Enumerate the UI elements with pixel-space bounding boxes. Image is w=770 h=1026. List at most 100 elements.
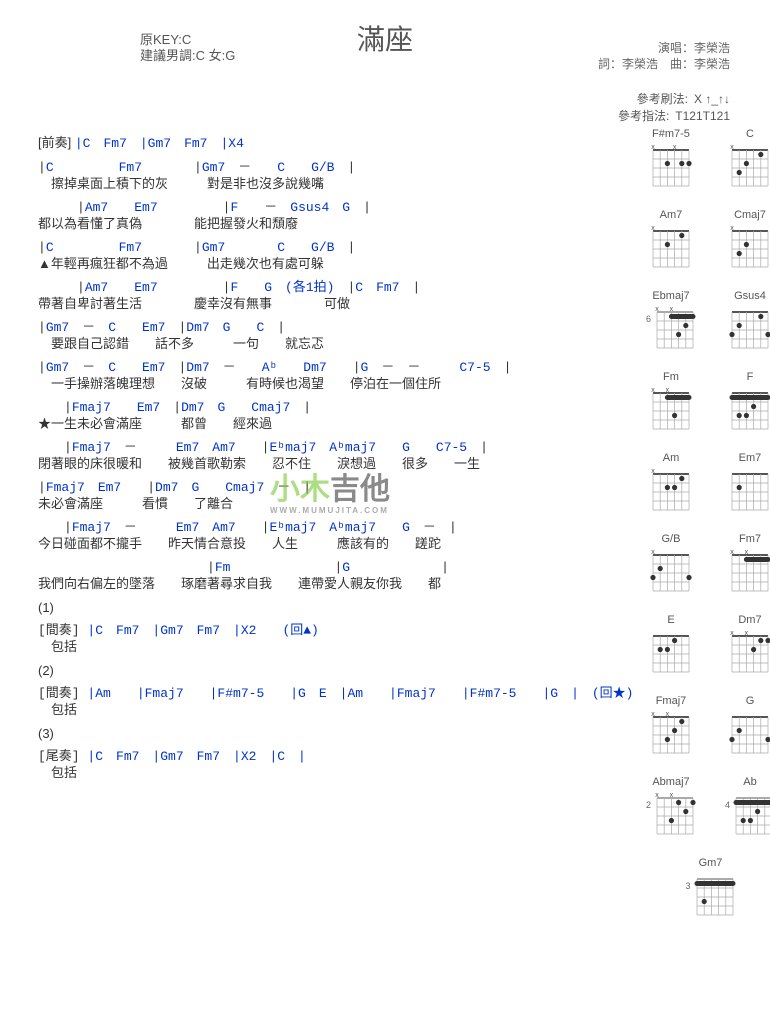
chord-diagram-row: F#m7-5 xx Cx: [643, 128, 770, 195]
chorus-line: |Fmaj7 Em7 |Dm7 G Cmaj7 － |未必會滿座 看慣 了離合: [38, 480, 633, 512]
chord-cell: Fm7xx: [722, 533, 770, 600]
outro-lyrics: 包括: [38, 765, 633, 781]
chorus-line: |Fmaj7 Em7 |Dm7 G Cmaj7 |★一生未必會滿座 都曾 經來過: [38, 400, 633, 432]
outro-label: [尾奏]: [38, 749, 80, 764]
intro-label: [前奏]: [38, 135, 71, 150]
chord-name: Em7: [722, 452, 770, 464]
interlude1-lyrics: 包括: [38, 639, 633, 655]
intro-chords: |C Fm7 |Gm7 Fm7 |X4: [75, 136, 244, 151]
outro: [尾奏] |C Fm7 |Gm7 Fm7 |X2 |C | 包括: [38, 749, 633, 781]
lyrics-line: 今日碰面都不攏手 昨天情合意投 人生 應該有的 蹉跎: [38, 536, 633, 552]
chord-name: C: [722, 128, 770, 140]
strum-pattern: X ↑_↑↓: [694, 92, 730, 106]
chorus-line: |Fm |G |我們向右偏左的墜落 琢磨著尋求自我 連帶愛人親友你我 都: [38, 560, 633, 592]
chord-diagram-svg: xx: [653, 304, 697, 354]
lyrics-line: 一手操辦落魄理想 沒破 有時候也渴望 停泊在一個住所: [38, 376, 633, 392]
intro-line: [前奏] |C Fm7 |Gm7 Fm7 |X4: [38, 132, 633, 152]
section-num-2: (2): [38, 663, 633, 678]
chord-cell: F#m7-5 xx: [643, 128, 698, 195]
fret-position: 3: [684, 881, 692, 891]
section-num-3: (3): [38, 726, 633, 741]
svg-text:x: x: [651, 549, 655, 556]
chord-name: Am: [643, 452, 698, 464]
svg-text:x: x: [656, 306, 660, 313]
lyrics-line: 我們向右偏左的墜落 琢磨著尋求自我 連帶愛人親友你我 都: [38, 576, 633, 592]
interlude1-label: [間奏]: [38, 623, 80, 638]
strum-label: 參考刷法:: [637, 92, 688, 106]
verse-line: |Gm7 － C Em7 |Dm7 － Aᵇ Dm7 |G － － C7-5 |…: [38, 360, 633, 392]
verse-line: |Gm7 － C Em7 |Dm7 G C | 要跟自己認錯 話不多 一句 就忘…: [38, 320, 633, 352]
chord-cell: Ab4: [722, 776, 770, 843]
chord-cell: Gm7 3: [683, 857, 738, 924]
chord-cell: G: [722, 695, 770, 762]
original-key: 原KEY:C: [140, 32, 235, 48]
chords-line: |Fmaj7 － Em7 Am7 |Eᵇmaj7 Aᵇmaj7 G C7-5 |: [38, 440, 633, 456]
lyrics-line: 帶著自卑討著生活 慶幸沒有無事 可做: [38, 296, 633, 312]
svg-text:x: x: [730, 225, 734, 232]
chorus-line: |Fmaj7 － Em7 Am7 |Eᵇmaj7 Aᵇmaj7 G － |今日碰…: [38, 520, 633, 552]
chord-name: Ab: [722, 776, 770, 788]
main-content: [前奏] |C Fm7 |Gm7 Fm7 |X4 |C Fm7 |Gm7 － C…: [10, 128, 760, 938]
chord-diagram-row: G/Bx Fm7xx: [643, 533, 770, 600]
outro-chords: |C Fm7 |Gm7 Fm7 |X2 |C |: [87, 749, 305, 764]
chord-diagram-svg: xx: [649, 709, 693, 759]
fret-position: 6: [644, 314, 652, 324]
lyrics-line: ▲年輕再瘋狂都不為過 出走幾次也有處可躲: [38, 256, 633, 272]
chord-cell: F: [722, 371, 770, 438]
chord-name: E: [643, 614, 698, 626]
svg-text:x: x: [745, 630, 749, 637]
pick-label: 參考指法:: [618, 109, 669, 123]
credits: 演唱：李榮浩 詞：李榮浩 曲：李榮浩: [598, 40, 730, 72]
chord-cell: E: [643, 614, 698, 681]
chord-name: G: [722, 695, 770, 707]
interlude2-label: [間奏]: [38, 686, 80, 701]
chords-line: |Fmaj7 Em7 |Dm7 G Cmaj7 － |: [38, 480, 633, 496]
chord-cell: Cmaj7x: [722, 209, 770, 276]
chord-diagram-row: Abmaj72xxAb4: [643, 776, 770, 843]
svg-text:x: x: [656, 792, 660, 799]
chord-name: Gm7: [683, 857, 738, 869]
interlude1-chords: |C Fm7 |Gm7 Fm7 |X2 (回▲): [87, 623, 318, 638]
chord-cell: G/Bx: [643, 533, 698, 600]
chord-sheet-page: 滿座 原KEY:C 建議男調:C 女:G 演唱：李榮浩 詞：李榮浩 曲：李榮浩 …: [0, 0, 770, 1026]
lyrics-line: 都以為看懂了真偽 能把握發火和頹廢: [38, 216, 633, 232]
verse-line: |Am7 Em7 |F － Gsus4 G |都以為看懂了真偽 能把握發火和頹廢: [38, 200, 633, 232]
chord-cell: Am x: [643, 452, 698, 519]
chord-diagram-svg: x: [728, 142, 770, 192]
verse-line: |Am7 Em7 |F G (各1拍) |C Fm7 |帶著自卑討著生活 慶幸沒…: [38, 280, 633, 312]
chord-name: Fm: [643, 371, 698, 383]
fret-position: 2: [644, 800, 652, 810]
svg-text:x: x: [651, 225, 655, 232]
chords-line: |Fmaj7 Em7 |Dm7 G Cmaj7 |: [38, 400, 633, 416]
svg-text:x: x: [730, 144, 734, 151]
svg-text:x: x: [666, 387, 670, 394]
chord-name: F#m7-5: [643, 128, 698, 140]
svg-text:x: x: [670, 792, 674, 799]
chord-diagram-svg: xx: [649, 142, 693, 192]
chord-name: F: [722, 371, 770, 383]
chords-line: |Fm |G |: [38, 560, 633, 576]
chord-cell: Cx: [722, 128, 770, 195]
chord-diagram-row: EDm7xx: [643, 614, 770, 681]
chord-name: Gsus4: [722, 290, 770, 302]
chord-diagram-svg: [732, 790, 770, 840]
key-info: 原KEY:C 建議男調:C 女:G: [140, 32, 235, 64]
interlude2-lyrics: 包括: [38, 702, 633, 718]
performer: 演唱：李榮浩: [598, 40, 730, 56]
chord-diagram-svg: x: [649, 547, 693, 597]
svg-text:x: x: [651, 468, 655, 475]
lyrics-line: ★一生未必會滿座 都曾 經來過: [38, 416, 633, 432]
pick-pattern: T121T121: [675, 109, 730, 123]
chord-diagram-svg: [728, 709, 770, 759]
chord-name: Fm7: [722, 533, 770, 545]
svg-text:x: x: [730, 630, 734, 637]
chord-diagram-svg: x: [649, 223, 693, 273]
chord-diagrams-panel: F#m7-5xxCxAm7xCmaj7xEbmaj76xxGsus4FmxxFA…: [643, 128, 770, 938]
lyric-sheet: [前奏] |C Fm7 |Gm7 Fm7 |X4 |C Fm7 |Gm7 － C…: [10, 128, 643, 938]
chord-cell: Gsus4: [722, 290, 770, 357]
chord-cell: Am7x: [643, 209, 698, 276]
svg-text:x: x: [651, 387, 655, 394]
chords-line: |Gm7 － C Em7 |Dm7 G C |: [38, 320, 633, 336]
chords-line: |C Fm7 |Gm7 C G/B |: [38, 240, 633, 256]
chord-diagram-svg: [728, 466, 770, 516]
